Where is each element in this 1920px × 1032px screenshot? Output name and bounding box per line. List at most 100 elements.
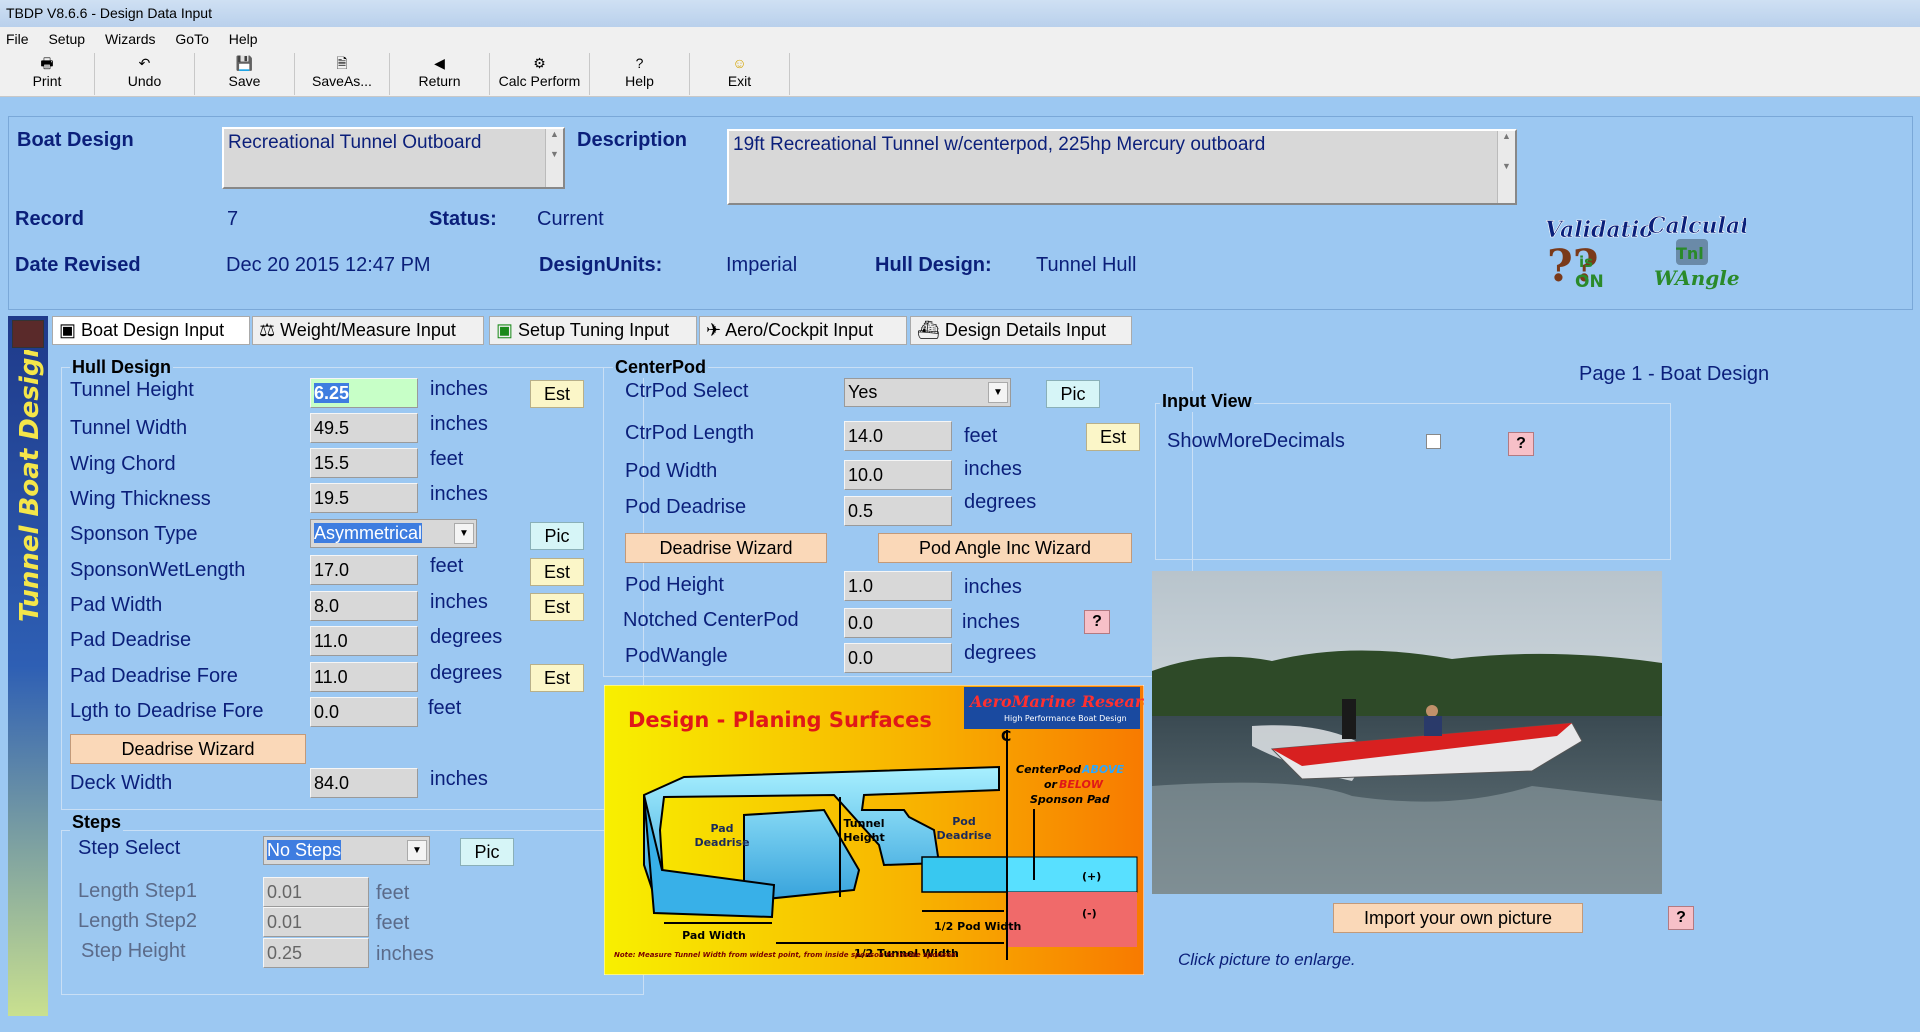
menu-wizards[interactable]: Wizards	[105, 31, 156, 47]
save-button[interactable]: 💾 Save	[195, 53, 295, 95]
boat-design-scrollbar[interactable]: ▲ ▼	[545, 129, 563, 187]
length-step2-input[interactable]: 0.01	[263, 907, 369, 937]
tab-boat-design-input[interactable]: ▣ Boat Design Input	[52, 316, 250, 345]
tab-boat-design-icon: ▣	[59, 320, 82, 340]
smiley-icon: ☺	[732, 55, 747, 71]
chevron-down-icon[interactable]: ▼	[454, 523, 474, 544]
pad-width-label: Pad Width	[70, 594, 163, 616]
notched-centerpod-input[interactable]: 0.0	[844, 608, 952, 638]
wing-thickness-input[interactable]: 19.5	[310, 483, 418, 513]
pad-deadrise-fore-label: Pad Deadrise Fore	[70, 665, 238, 687]
step-height-input[interactable]: 0.25	[263, 938, 369, 968]
pad-width-est-button[interactable]: Est	[530, 593, 584, 621]
boat-design-field[interactable]: Recreational Tunnel Outboard ▲ ▼	[222, 127, 565, 189]
centerline-label: C	[1001, 729, 1011, 745]
sponson-wet-length-label: SponsonWetLength	[70, 559, 246, 581]
tunnel-width-unit: inches	[430, 413, 488, 435]
return-icon: ◀	[434, 55, 445, 71]
steps-pic-button[interactable]: Pic	[460, 838, 514, 866]
ctrpod-est-button[interactable]: Est	[1086, 423, 1140, 451]
date-revised-value: Dec 20 2015 12:47 PM	[226, 254, 431, 276]
step-select-dropdown[interactable]: No Steps ▼	[263, 836, 430, 865]
deck-width-input[interactable]: 84.0	[310, 768, 418, 798]
length-step2-unit: feet	[376, 912, 410, 934]
calc-perform-button[interactable]: ⚙ Calc Perform	[490, 53, 590, 95]
airplane-icon: ✈	[706, 320, 726, 340]
calculate-logo[interactable]: Calculate Tnl WAngle	[1646, 207, 1746, 293]
description-field[interactable]: 19ft Recreational Tunnel w/centerpod, 22…	[727, 129, 1517, 205]
pod-wangle-input[interactable]: 0.0	[844, 643, 952, 673]
show-more-decimals-checkbox[interactable]	[1426, 434, 1441, 449]
tab-aero-cockpit-input[interactable]: ✈ Aero/Cockpit Input	[699, 316, 907, 345]
picture-help-button[interactable]: ?	[1668, 906, 1694, 930]
pod-deadrise-wizard-button[interactable]: Deadrise Wizard	[625, 533, 827, 563]
length-step1-input[interactable]: 0.01	[263, 877, 369, 907]
input-view-help-button[interactable]: ?	[1508, 432, 1534, 456]
sponson-wet-length-unit: feet	[430, 555, 464, 577]
tunnel-height-est-button[interactable]: Est	[530, 380, 584, 408]
step-height-label: Step Height	[81, 940, 186, 962]
pod-deadrise-label: Pod Deadrise	[625, 496, 747, 518]
menu-file[interactable]: File	[6, 31, 29, 47]
description-label: Description	[577, 129, 688, 151]
sponson-type-select[interactable]: Asymmetrical ▼	[310, 519, 477, 548]
pad-deadrise-fore-input[interactable]: 11.0	[310, 662, 418, 692]
notched-centerpod-help-button[interactable]: ?	[1084, 610, 1110, 634]
chevron-down-icon[interactable]: ▼	[407, 840, 427, 861]
chevron-down-icon[interactable]: ▼	[988, 382, 1008, 403]
exit-button[interactable]: ☺ Exit	[690, 53, 790, 95]
diagram-title: Design - Planing Surfaces	[628, 708, 932, 732]
help-button[interactable]: ? Help	[590, 53, 690, 95]
pod-angle-inc-wizard-button[interactable]: Pod Angle Inc Wizard	[878, 533, 1132, 563]
planing-surfaces-diagram[interactable]: Design - Planing Surfaces AeroMarine Res…	[604, 685, 1144, 975]
plus-label: (+)	[1082, 870, 1101, 883]
tunnel-height-diagram-label: Tunnel	[843, 817, 884, 830]
import-picture-button[interactable]: Import your own picture	[1333, 903, 1583, 933]
menu-setup[interactable]: Setup	[48, 31, 85, 47]
menu-bar: File Setup Wizards GoTo Help	[0, 27, 1920, 51]
tab-boat-design-label: Boat Design Input	[81, 320, 225, 340]
pad-width-input[interactable]: 8.0	[310, 591, 418, 621]
ctrpod-length-label: CtrPod Length	[625, 422, 754, 444]
wing-chord-input[interactable]: 15.5	[310, 448, 418, 478]
description-scrollbar[interactable]: ▲ ▼	[1497, 131, 1515, 203]
pad-deadrise-fore-est-button[interactable]: Est	[530, 664, 584, 692]
tunnel-width-input[interactable]: 49.5	[310, 413, 418, 443]
return-button[interactable]: ◀ Return	[390, 53, 490, 95]
hull-deadrise-wizard-button[interactable]: Deadrise Wizard	[70, 734, 306, 764]
tab-weight-measure-label: Weight/Measure Input	[280, 320, 456, 340]
tab-setup-tuning-input[interactable]: ▣ Setup Tuning Input	[489, 316, 697, 345]
centerpod-note-2: ABOVE	[1081, 763, 1124, 776]
tunnel-height-input[interactable]: 6.25	[310, 378, 418, 408]
ctrpod-length-input[interactable]: 14.0	[844, 421, 952, 451]
tab-weight-measure-input[interactable]: ⚖ Weight/Measure Input	[252, 316, 484, 345]
wing-chord-label: Wing Chord	[70, 453, 176, 475]
pad-deadrise-input[interactable]: 11.0	[310, 626, 418, 656]
lgth-to-deadrise-fore-input[interactable]: 0.0	[310, 697, 418, 727]
ctrpod-select-dropdown[interactable]: Yes ▼	[844, 378, 1011, 407]
tunnel-height-value: 6.25	[314, 383, 350, 403]
validation-logo[interactable]: Validation ?? is ON	[1541, 211, 1651, 293]
pod-height-label: Pod Height	[625, 574, 724, 596]
save-as-button[interactable]: 🗎 SaveAs...	[295, 53, 390, 95]
tab-design-details-input[interactable]: ⛴ Design Details Input	[910, 316, 1132, 345]
pod-height-input[interactable]: 1.0	[844, 571, 952, 601]
menu-help[interactable]: Help	[229, 31, 258, 47]
show-more-decimals-label: ShowMoreDecimals	[1167, 430, 1345, 452]
ctrpod-pic-button[interactable]: Pic	[1046, 380, 1100, 408]
tab-setup-tuning-label: Setup Tuning Input	[518, 320, 670, 340]
undo-button[interactable]: ↶ Undo	[95, 53, 195, 95]
boat-photo[interactable]	[1152, 571, 1662, 894]
sponson-wet-length-est-button[interactable]: Est	[530, 558, 584, 586]
pod-deadrise-input[interactable]: 0.5	[844, 496, 952, 526]
svg-text:Validation: Validation	[1545, 217, 1651, 243]
menu-goto[interactable]: GoTo	[175, 31, 208, 47]
svg-text:is: is	[1579, 253, 1593, 271]
svg-text:Deadrise: Deadrise	[936, 829, 991, 842]
calc-perform-label: Calc Perform	[498, 73, 581, 89]
pod-width-input[interactable]: 10.0	[844, 460, 952, 490]
print-button[interactable]: 🖶 Print	[0, 53, 95, 95]
sponson-type-pic-button[interactable]: Pic	[530, 522, 584, 550]
svg-text:Tunnel Boat Design: Tunnel Boat Design	[15, 350, 45, 622]
sponson-wet-length-input[interactable]: 17.0	[310, 555, 418, 585]
